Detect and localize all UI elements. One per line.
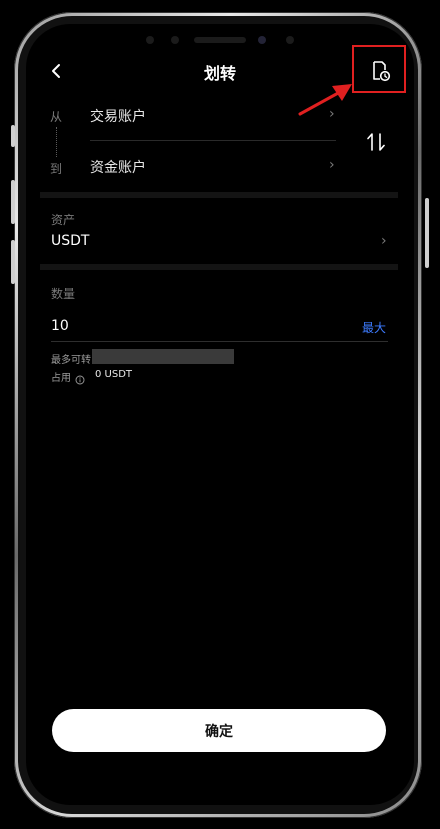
account-divider <box>90 140 336 141</box>
asset-select[interactable]: USDT <box>51 233 89 249</box>
to-label: 到 <box>50 162 63 176</box>
occupied-value: 0 USDT <box>95 369 133 380</box>
info-icon[interactable] <box>75 370 85 385</box>
quantity-input[interactable]: 10 <box>51 318 69 334</box>
available-label: 最多可转 <box>51 355 91 366</box>
to-account-select[interactable]: 资金账户 <box>90 157 146 177</box>
annotation-arrow-icon <box>298 84 352 116</box>
to-account-chevron-icon[interactable]: › <box>329 157 335 173</box>
from-to-connector <box>56 127 57 157</box>
asset-label: 资产 <box>51 213 76 227</box>
quantity-underline <box>51 341 388 342</box>
redacted-available-value <box>92 349 234 364</box>
asset-chevron-icon[interactable]: › <box>381 233 387 249</box>
volume-up-button <box>11 180 15 224</box>
screen <box>26 24 414 805</box>
confirm-button[interactable]: 确定 <box>52 709 386 752</box>
section-divider <box>40 264 398 270</box>
from-account-select[interactable]: 交易账户 <box>90 106 146 126</box>
mute-switch <box>11 125 15 147</box>
section-divider <box>40 192 398 198</box>
quantity-label: 数量 <box>51 287 76 301</box>
annotation-highlight-box <box>352 45 406 93</box>
power-button <box>425 198 429 268</box>
max-button[interactable]: 最大 <box>362 319 386 336</box>
occupied-label: 占用 <box>51 373 71 384</box>
from-account-chevron-icon[interactable]: › <box>329 106 335 122</box>
swap-vertical-icon[interactable] <box>364 130 388 154</box>
volume-down-button <box>11 240 15 284</box>
from-label: 从 <box>50 110 63 124</box>
